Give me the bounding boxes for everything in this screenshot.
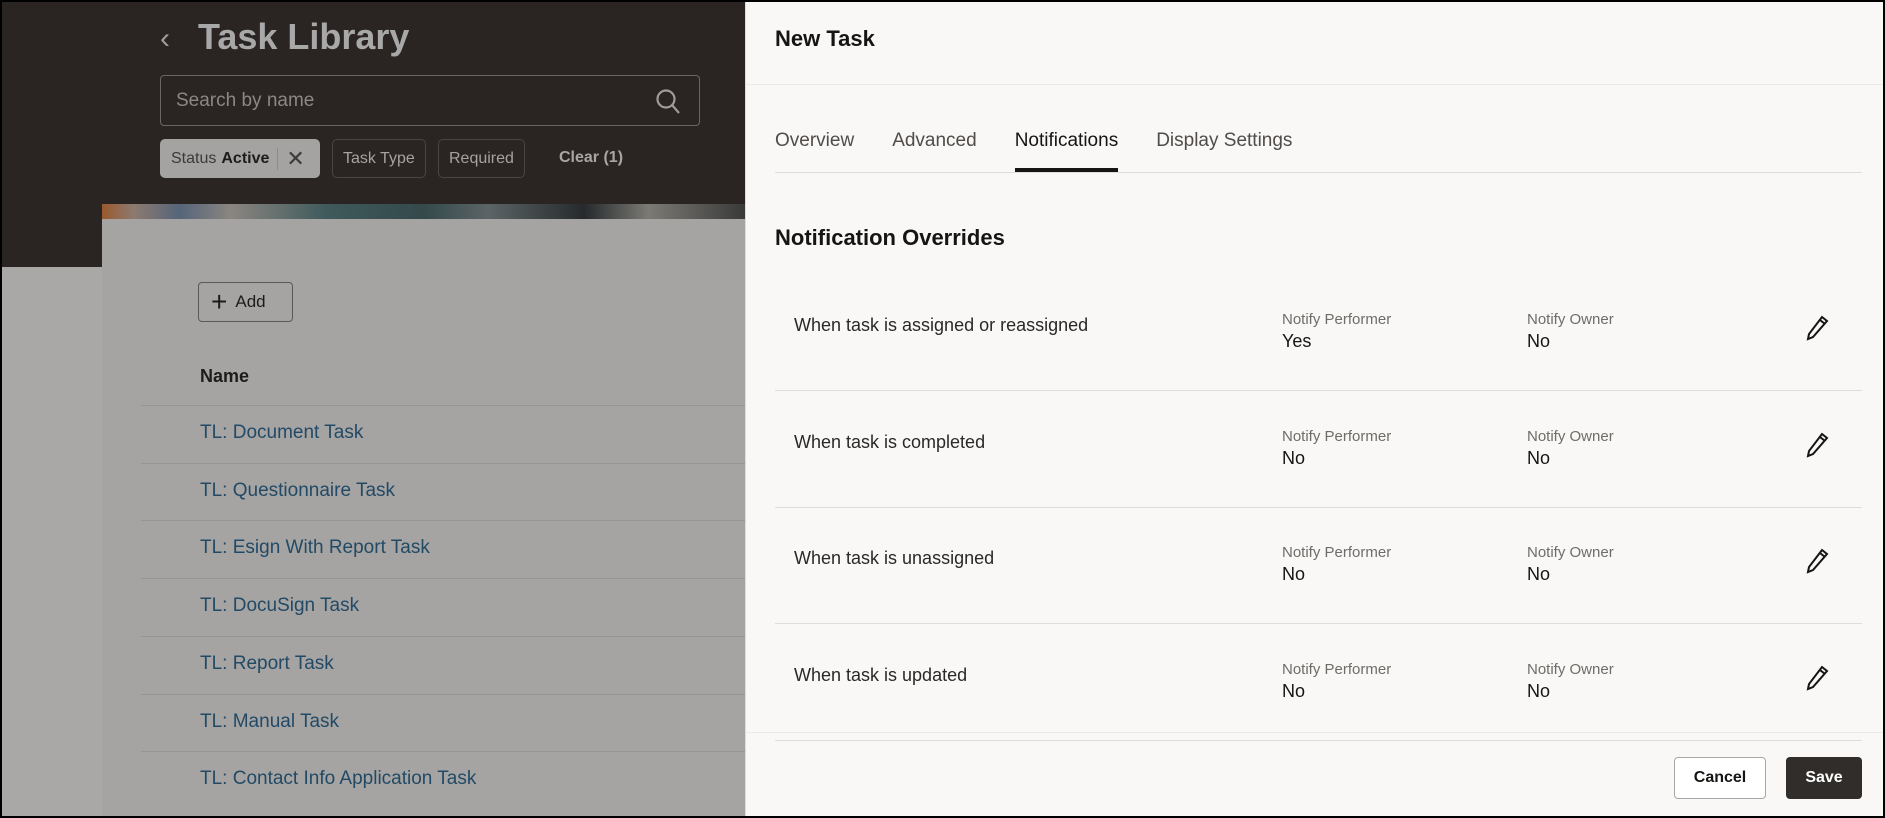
- edit-pencil-icon[interactable]: [1805, 432, 1829, 463]
- background-pattern: [0, 267, 102, 818]
- notify-owner-label: Notify Owner: [1527, 427, 1614, 445]
- tab-notifications[interactable]: Notifications: [1014, 130, 1119, 172]
- notification-row: When task is completed Notify Performer N…: [775, 392, 1862, 508]
- panel-title: New Task: [775, 26, 875, 51]
- notification-event-label: When task is assigned or reassigned: [794, 315, 1089, 335]
- tab-bar: Overview Advanced Notifications Display …: [775, 130, 1862, 173]
- task-list-item[interactable]: TL: Manual Task: [141, 693, 745, 752]
- add-button[interactable]: + Add: [198, 282, 293, 322]
- notify-owner-label: Notify Owner: [1527, 544, 1614, 561]
- notify-owner-value: No: [1527, 564, 1551, 584]
- tab-advanced[interactable]: Advanced: [892, 130, 977, 172]
- task-list-item[interactable]: TL: Contact Info Application Task: [141, 751, 745, 809]
- edit-pencil-icon[interactable]: [1805, 315, 1829, 346]
- task-list-item[interactable]: TL: Report Task: [141, 635, 745, 694]
- notify-performer-value: Yes: [1282, 331, 1312, 351]
- task-list-item[interactable]: TL: Document Task: [141, 405, 745, 463]
- cancel-button[interactable]: Cancel: [1674, 757, 1766, 799]
- back-chevron-icon[interactable]: ‹: [160, 22, 170, 56]
- notify-owner-value: No: [1527, 331, 1551, 351]
- plus-icon: +: [211, 286, 228, 317]
- notify-performer-label: Notify Performer: [1282, 660, 1392, 678]
- task-list-item[interactable]: TL: DocuSign Task: [141, 578, 745, 636]
- notification-event-label: When task is completed: [794, 431, 986, 452]
- tab-display-settings[interactable]: Display Settings: [1156, 130, 1292, 172]
- filter-chip-task-type[interactable]: Task Type: [332, 139, 426, 178]
- tab-overview[interactable]: Overview: [775, 130, 854, 172]
- notify-performer-value: No: [1282, 680, 1306, 701]
- column-header-name: Name: [200, 366, 250, 386]
- notify-owner-label: Notify Owner: [1527, 311, 1614, 328]
- edit-pencil-icon[interactable]: [1805, 548, 1829, 579]
- new-task-panel: New Task Overview Advanced Notifications…: [745, 0, 1885, 818]
- notification-event-label: When task is unassigned: [794, 548, 995, 568]
- notify-owner: Notify Owner No: [1527, 661, 1614, 702]
- notify-owner: Notify Owner No: [1527, 428, 1614, 469]
- add-label: Add: [235, 292, 266, 311]
- notification-row: When task is updated Notify Performer No …: [775, 625, 1862, 741]
- notify-performer-value: No: [1282, 447, 1306, 468]
- notify-performer: Notify Performer No: [1282, 661, 1391, 702]
- card-banner: [102, 204, 745, 219]
- notify-performer-label: Notify Performer: [1282, 427, 1392, 445]
- search-icon[interactable]: [655, 88, 681, 116]
- notification-row: When task is assigned or reassigned Noti…: [775, 275, 1862, 391]
- search-placeholder: Search by name: [176, 90, 315, 111]
- notify-performer-label: Notify Performer: [1282, 311, 1392, 328]
- notify-owner-value: No: [1527, 680, 1551, 701]
- notify-owner: Notify Owner No: [1527, 544, 1614, 585]
- search-input[interactable]: Search by name: [160, 75, 700, 126]
- page-title: Task Library: [198, 16, 410, 57]
- filter-chip-required[interactable]: Required: [438, 139, 525, 178]
- notify-owner-label: Notify Owner: [1527, 660, 1614, 678]
- notify-performer: Notify Performer No: [1282, 428, 1391, 469]
- status-filter-value: Active: [221, 149, 270, 167]
- notify-owner-value: No: [1527, 447, 1551, 468]
- task-list-item[interactable]: TL: Esign With Report Task: [141, 520, 745, 578]
- notify-owner: Notify Owner No: [1527, 311, 1614, 352]
- close-icon[interactable]: ✕: [286, 146, 304, 172]
- divider: [746, 732, 1885, 733]
- notify-performer: Notify Performer Yes: [1282, 311, 1391, 352]
- section-title: Notification Overrides: [775, 225, 1005, 250]
- save-button[interactable]: Save: [1786, 757, 1862, 799]
- divider: [746, 84, 1885, 85]
- clear-filters-link[interactable]: Clear (1): [559, 149, 623, 167]
- task-list-item[interactable]: TL: Questionnaire Task: [141, 462, 745, 521]
- notify-performer: Notify Performer No: [1282, 544, 1391, 585]
- notify-performer-value: No: [1282, 564, 1306, 584]
- status-filter-label: Status: [171, 149, 217, 167]
- notify-performer-label: Notify Performer: [1282, 544, 1392, 561]
- notification-row: When task is unassigned Notify Performer…: [775, 508, 1862, 624]
- notification-event-label: When task is updated: [794, 664, 968, 685]
- edit-pencil-icon[interactable]: [1805, 665, 1829, 696]
- filter-chip-status[interactable]: Status Active ✕: [160, 139, 320, 178]
